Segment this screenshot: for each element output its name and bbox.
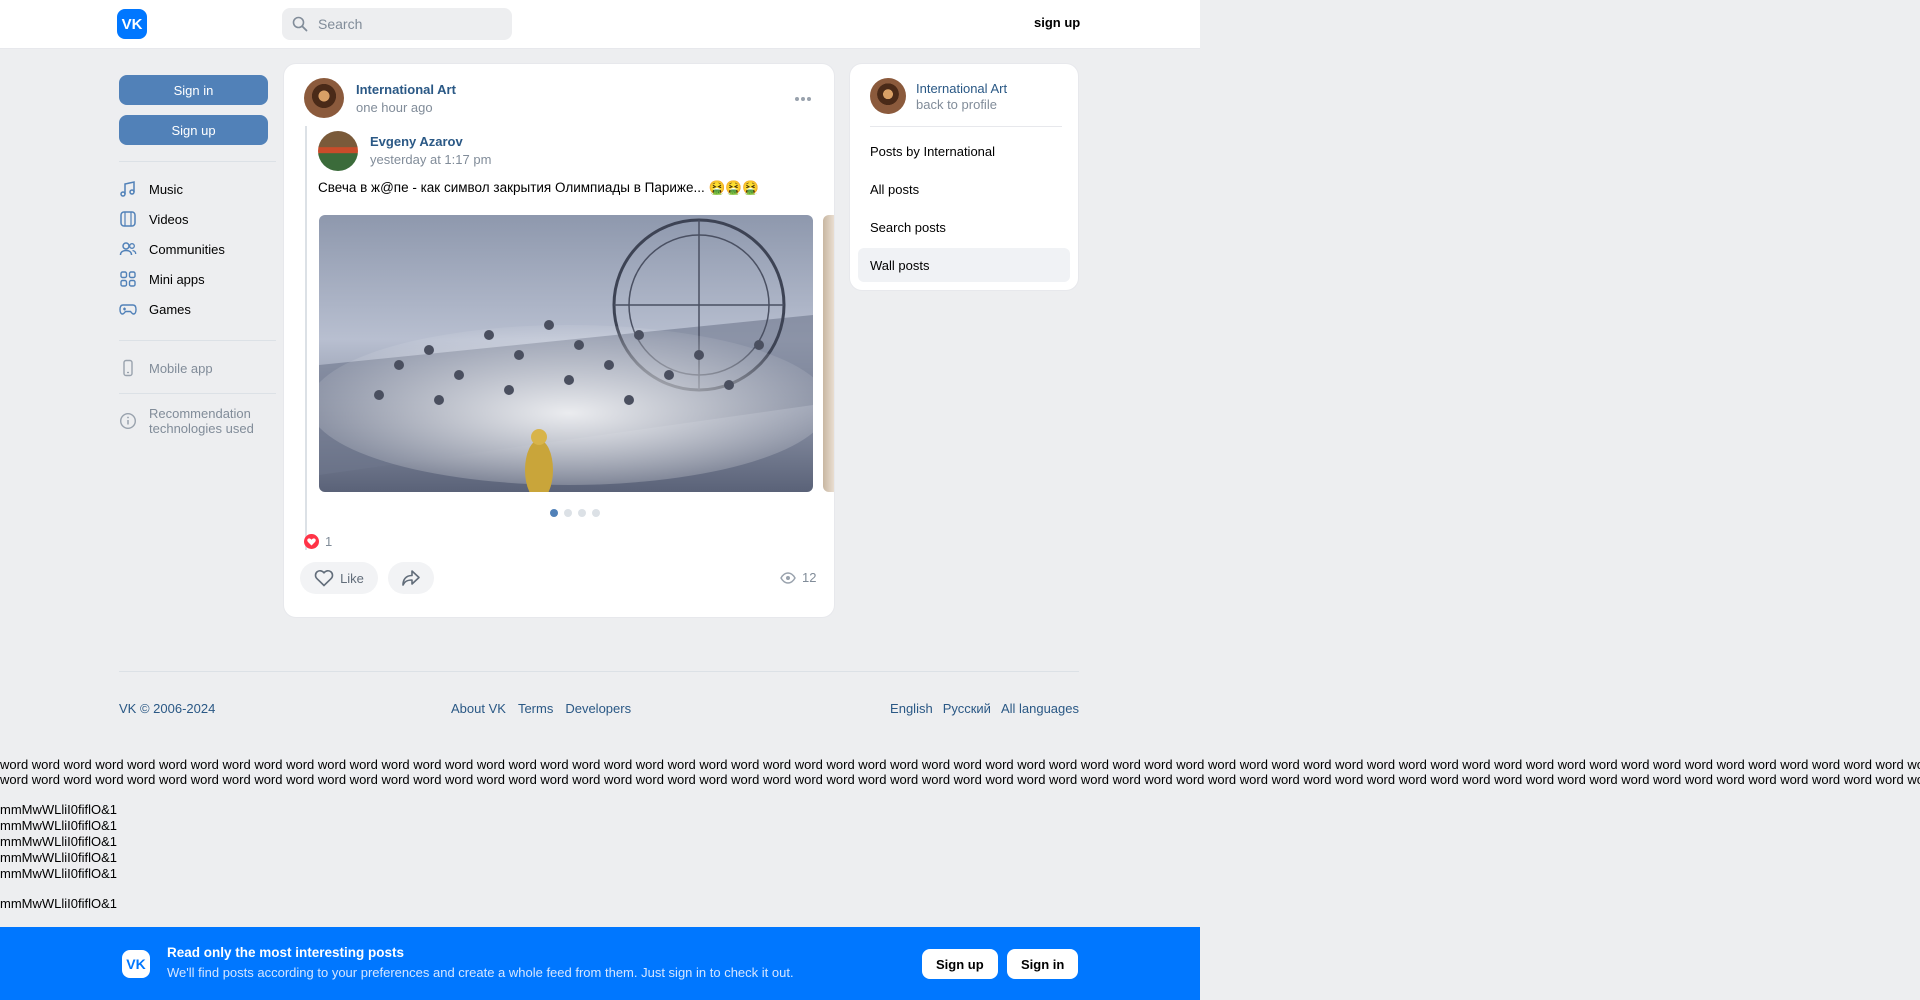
nav-item-music[interactable]: Music	[119, 174, 269, 204]
wall-posts-item[interactable]: Wall posts	[858, 248, 1070, 282]
profile-title: International Art	[916, 81, 1008, 96]
nav-item-mini-apps[interactable]: Mini apps	[119, 264, 269, 294]
nav-item-recommendation[interactable]: Recommendation technologies used	[119, 406, 269, 436]
profile-subtitle: back to profile	[916, 97, 997, 112]
nav-item-mobile-app[interactable]: Mobile app	[119, 353, 269, 383]
divider	[119, 340, 276, 341]
word-line: word word word word word word word word …	[0, 772, 1920, 787]
footer-divider	[119, 671, 1079, 672]
next-photo-preview[interactable]	[823, 215, 834, 492]
word-line: word word word word word word word word …	[0, 757, 1920, 772]
eye-icon	[780, 571, 796, 584]
banner-sign-in-button[interactable]: Sign in	[1007, 949, 1079, 979]
footer-links: About VK Terms Developers	[451, 701, 631, 716]
divider	[119, 393, 276, 394]
search-input[interactable]	[316, 15, 500, 33]
share-icon	[402, 570, 420, 586]
word-test-text: word word word word word word word word …	[0, 757, 1920, 787]
banner-sign-up-button[interactable]: Sign up	[922, 949, 998, 979]
post-text: Свеча в ж@пе - как символ закрытия Олимп…	[318, 180, 759, 195]
post-photo[interactable]	[319, 215, 813, 492]
info-icon	[119, 412, 137, 430]
glyph-line: mmMwWLliI0fiflO&1	[0, 850, 118, 865]
like-label: Like	[340, 570, 364, 586]
all-posts-item[interactable]: All posts	[858, 172, 1070, 206]
nav-item-label: Mobile app	[149, 360, 213, 376]
more-options-icon[interactable]	[794, 96, 812, 102]
nav-item-games[interactable]: Games	[119, 294, 269, 324]
posts-by-group-item[interactable]: Posts by International	[858, 134, 1070, 168]
pagination-dot[interactable]	[564, 509, 572, 517]
banner-subtitle: We'll find posts according to your prefe…	[167, 965, 794, 980]
communities-icon	[119, 242, 137, 256]
footer-link-about[interactable]: About VK	[451, 701, 506, 716]
reaction-count: 1	[325, 534, 333, 549]
nav-item-label: Recommendation technologies used	[149, 406, 254, 436]
vk-logo: VK	[122, 950, 150, 978]
pagination-dot[interactable]	[578, 509, 586, 517]
footer-link-terms[interactable]: Terms	[518, 701, 553, 716]
glyph-line: mmMwWLliI0fiflO&1	[0, 802, 118, 817]
glyph-line: mmMwWLliI0fiflO&1	[0, 834, 118, 849]
heart-icon	[314, 569, 334, 587]
repost-line	[305, 126, 307, 550]
post-time[interactable]: one hour ago	[356, 100, 433, 115]
share-button[interactable]	[388, 562, 434, 594]
views-count: 12	[802, 570, 817, 585]
music-icon	[120, 181, 135, 197]
search-box[interactable]	[282, 8, 512, 40]
top-header: VK sign up	[0, 0, 1200, 49]
heart-reaction-icon	[304, 534, 319, 549]
post-card: International Art one hour ago Evgeny Az…	[284, 64, 834, 617]
nav-item-label: Games	[149, 301, 191, 317]
all-languages-link[interactable]: All languages	[1001, 701, 1079, 716]
glyph-line: mmMwWLliI0fiflO&1	[0, 866, 118, 881]
nav-item-label: Music	[149, 181, 183, 197]
header-signup-link[interactable]: sign up	[1034, 15, 1080, 30]
repost-time[interactable]: yesterday at 1:17 pm	[370, 152, 491, 167]
nav-item-label: Communities	[149, 241, 225, 257]
photo-scene	[319, 215, 813, 492]
language-english[interactable]: English	[890, 701, 933, 716]
nav-item-label: Mini apps	[149, 271, 205, 287]
pagination-dot[interactable]	[550, 509, 558, 517]
glyph-line: mmMwWLliI0fiflO&1	[0, 818, 118, 833]
group-name-link[interactable]: International Art	[356, 82, 456, 97]
mini-apps-icon	[120, 271, 136, 287]
divider	[119, 161, 276, 162]
repost-author-link[interactable]: Evgeny Azarov	[370, 134, 463, 149]
footer-link-developers[interactable]: Developers	[565, 701, 631, 716]
banner-title: Read only the most interesting posts	[167, 945, 405, 960]
language-russian[interactable]: Русский	[943, 701, 991, 716]
games-icon	[119, 304, 137, 315]
repost-author-avatar[interactable]	[318, 131, 358, 171]
left-sidebar: Sign in Sign up Music Videos Communities…	[119, 75, 276, 436]
pagination-dot[interactable]	[592, 509, 600, 517]
phone-icon	[123, 359, 133, 377]
nav-item-videos[interactable]: Videos	[119, 204, 269, 234]
group-avatar-small	[870, 78, 906, 114]
views-counter: 12	[780, 570, 816, 585]
nav-item-label: Videos	[149, 211, 189, 227]
sign-up-button[interactable]: Sign up	[119, 115, 268, 145]
reactions-summary[interactable]: 1	[304, 534, 332, 549]
nav-item-communities[interactable]: Communities	[119, 234, 269, 264]
videos-icon	[120, 211, 136, 227]
photo-pagination	[550, 509, 600, 517]
vk-logo[interactable]: VK	[117, 9, 147, 39]
footer-languages: English Русский All languages	[890, 701, 1079, 716]
search-posts-item[interactable]: Search posts	[858, 210, 1070, 244]
profile-nav-card: International Art back to profile Posts …	[850, 64, 1078, 290]
search-icon	[292, 16, 308, 32]
sign-in-button[interactable]: Sign in	[119, 75, 268, 105]
group-avatar[interactable]	[304, 78, 344, 118]
signup-banner: VK Read only the most interesting posts …	[0, 927, 1200, 1000]
back-to-profile-link[interactable]: International Art back to profile	[870, 78, 1062, 127]
glyph-test-lines: mmMwWLliI0fiflO&1 mmMwWLliI0fiflO&1 mmMw…	[0, 802, 117, 912]
glyph-line: mmMwWLliI0fiflO&1	[0, 896, 118, 911]
footer-copyright[interactable]: VK © 2006-2024	[119, 701, 215, 716]
like-button[interactable]: Like	[300, 562, 378, 594]
